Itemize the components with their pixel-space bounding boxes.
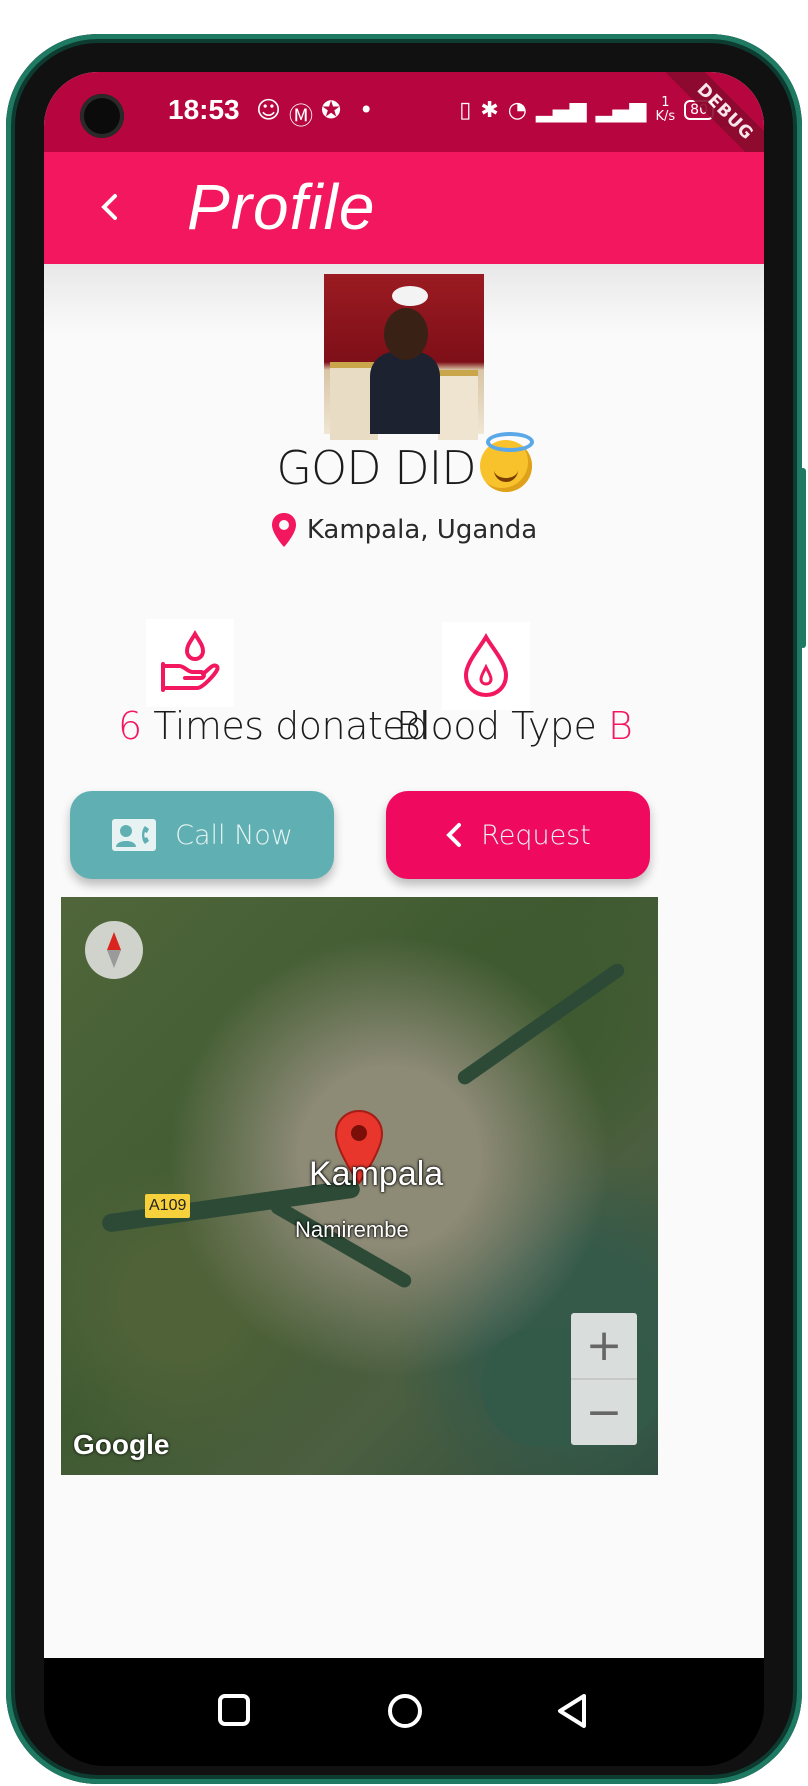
halo-emoji-icon (479, 432, 534, 492)
screen: 18:53 ☺ Ⓜ ✪ • ▯ ✱ ◔ ▂▄▆ ▂▄▆ 1 K/s 80 DEB… (44, 72, 764, 1658)
bluetooth-icon: ✱ (480, 97, 499, 123)
zoom-controls: + − (571, 1313, 637, 1445)
vibrate-icon: ▯ (459, 97, 472, 123)
blood-type-value: B (608, 704, 633, 748)
dot-icon: • (359, 96, 374, 124)
blood-drop-icon (463, 633, 509, 698)
signal-icon: ▂▄▆ (595, 97, 647, 123)
notification-icons: ☺ Ⓜ ✪ • (256, 96, 373, 131)
wifi-icon: ◔ (507, 97, 527, 123)
location-text: Kampala, Uganda (306, 515, 538, 545)
location-pin-icon (271, 513, 296, 547)
status-bar: 18:53 ☺ Ⓜ ✪ • ▯ ✱ ◔ ▂▄▆ ▂▄▆ 1 K/s 80 DEB… (44, 72, 764, 183)
profile-name: GOD DID (44, 432, 764, 495)
system-icons: ▯ ✱ ◔ ▂▄▆ ▂▄▆ 1 K/s 80 (459, 96, 714, 124)
contact-call-icon (112, 819, 157, 851)
back-nav-icon[interactable] (554, 1692, 590, 1730)
compass-icon (107, 932, 121, 968)
zoom-out-button[interactable]: − (571, 1380, 637, 1445)
star-icon: ✪ (321, 96, 342, 124)
recents-icon[interactable] (216, 1692, 252, 1728)
donations-count: 6 (118, 704, 142, 748)
avatar[interactable] (324, 274, 484, 440)
google-attribution: Google (73, 1429, 170, 1460)
page-title: Profile (187, 171, 376, 243)
home-icon[interactable] (386, 1692, 424, 1730)
call-now-button[interactable]: Call Now (70, 791, 334, 879)
blood-type-label: Blood Type (396, 704, 597, 748)
map-city-label: Kampala (309, 1155, 444, 1193)
map-area-label: Namirembe (295, 1217, 409, 1242)
app-bar: Profile (44, 152, 764, 264)
side-button (800, 468, 806, 648)
app-notification-icon: ☺ (256, 96, 282, 124)
chevron-left-icon (101, 194, 117, 220)
blood-icon-box (442, 622, 530, 710)
donation-icon-box (146, 619, 234, 707)
compass-button[interactable] (85, 921, 143, 979)
donate-hand-icon (161, 630, 220, 692)
call-now-label: Call Now (175, 819, 293, 851)
navigation-bar (44, 1658, 764, 1766)
tm-icon: Ⓜ (289, 102, 314, 130)
donations-label: Times donated (153, 704, 429, 748)
chevron-left-icon (446, 823, 462, 847)
zoom-in-button[interactable]: + (571, 1313, 637, 1378)
profile-location: Kampala, Uganda (44, 512, 764, 548)
road-label: A109 (145, 1194, 191, 1218)
profile-name-text: GOD DID (276, 441, 476, 495)
location-map[interactable]: Kampala Namirembe A109 + − Google (61, 897, 658, 1475)
front-camera (80, 94, 124, 138)
signal-icon: ▂▄▆ (535, 97, 587, 123)
blood-type-stat: Blood Type B (396, 704, 633, 748)
back-button[interactable] (84, 182, 134, 232)
request-label: Request (481, 819, 591, 851)
net-speed: 1 K/s (655, 95, 676, 124)
status-time: 18:53 (168, 94, 240, 125)
donations-stat: 6 Times donated (118, 704, 429, 748)
request-button[interactable]: Request (386, 791, 650, 879)
profile-content: GOD DID Kampala, Uganda 6 Times donated (44, 264, 764, 1658)
